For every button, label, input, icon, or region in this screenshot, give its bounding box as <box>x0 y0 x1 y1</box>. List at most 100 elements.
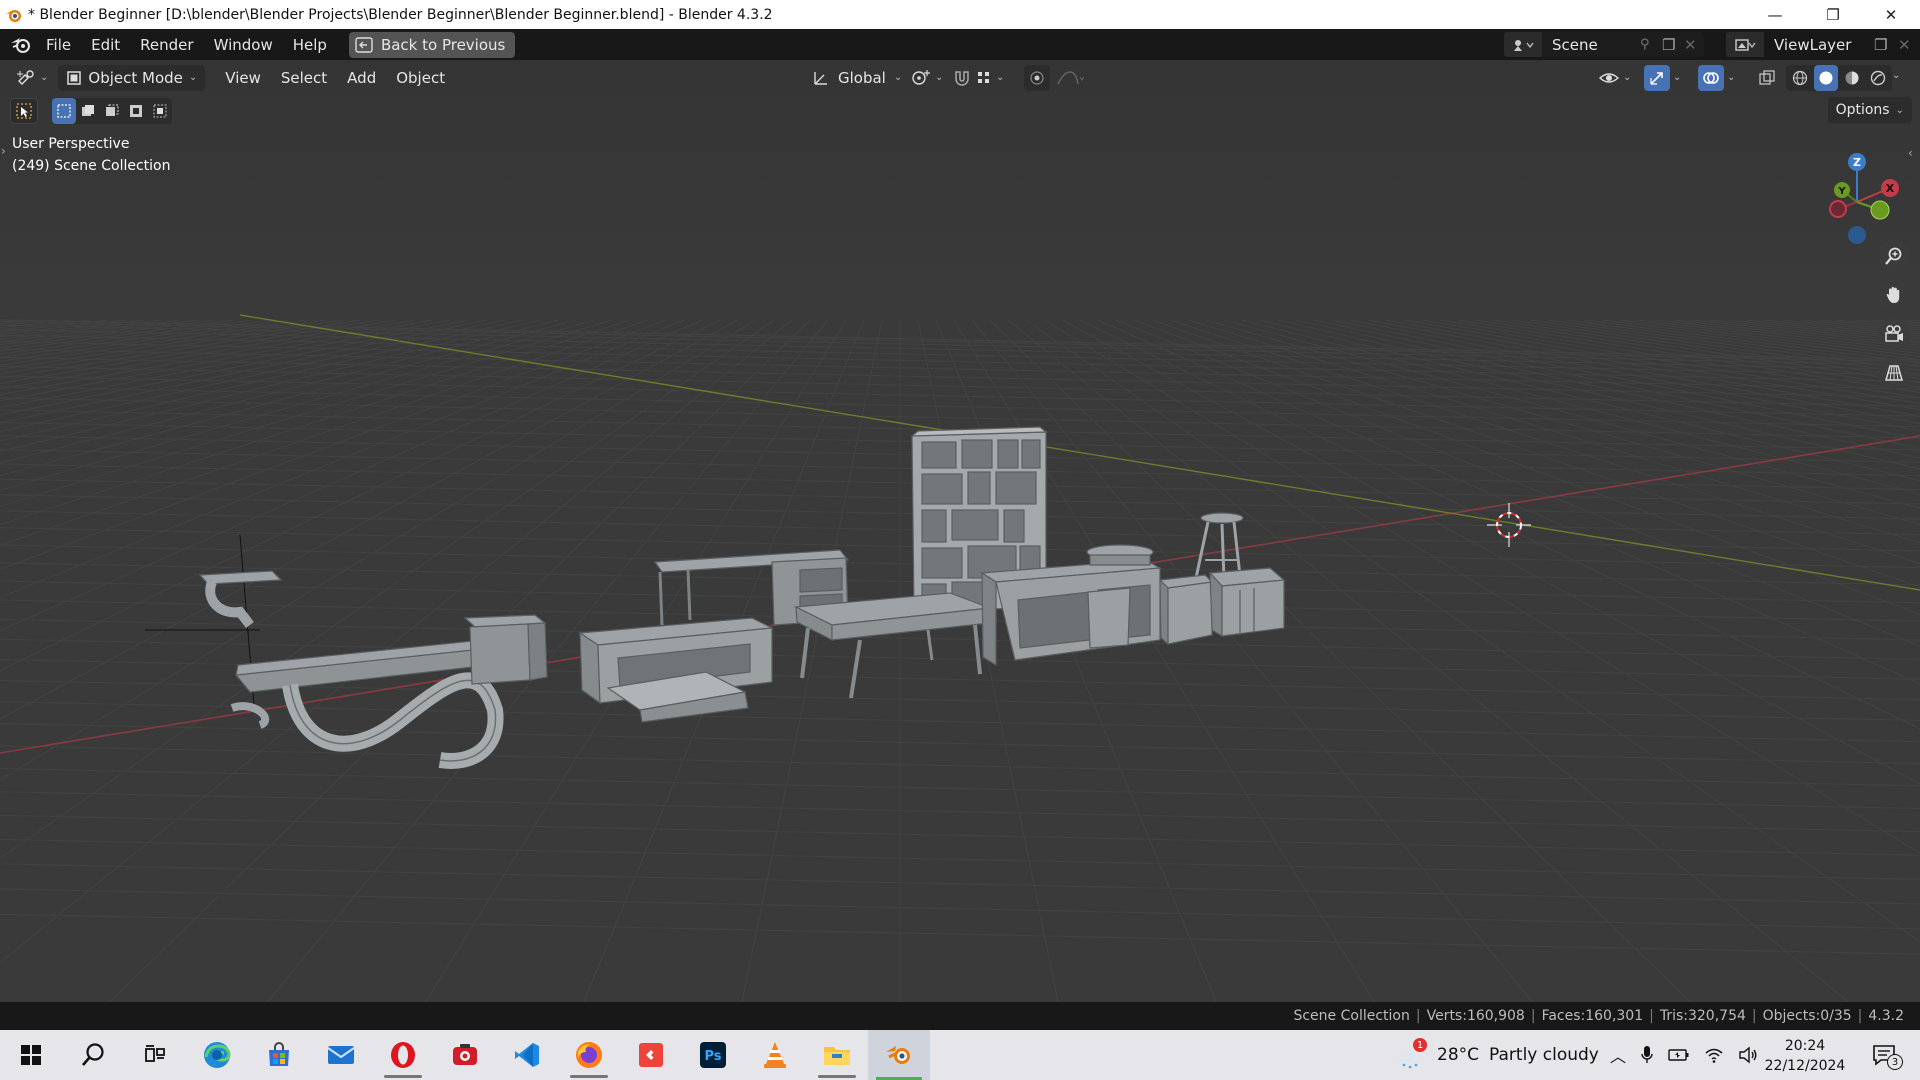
falloff-curve-icon[interactable] <box>1056 70 1084 86</box>
pin-icon[interactable]: ⚲ <box>1640 37 1662 52</box>
scene-name[interactable]: Scene <box>1542 36 1640 54</box>
xray-toggle[interactable] <box>1754 65 1780 91</box>
toolbar-toggle-icon[interactable]: › <box>1 144 6 158</box>
gizmo-z-label: Z <box>1853 156 1861 169</box>
pivot-icon <box>912 69 930 85</box>
scene-icon[interactable] <box>1504 32 1542 57</box>
blender-taskbar-icon[interactable] <box>868 1030 930 1080</box>
back-arrow-icon <box>355 36 373 53</box>
select-extend-icon[interactable] <box>76 98 100 124</box>
status-collection: Scene Collection <box>1293 1008 1410 1024</box>
select-subtract-icon[interactable] <box>100 98 124 124</box>
sidebar-toggle-icon[interactable]: ‹ <box>1908 146 1913 160</box>
visibility-selector[interactable]: ⌄ <box>1598 65 1631 91</box>
file-explorer-icon[interactable] <box>806 1030 868 1080</box>
delete-scene-icon[interactable]: ✕ <box>1684 36 1704 54</box>
blender-app-icon <box>4 5 24 25</box>
back-to-previous-label: Back to Previous <box>380 35 506 54</box>
delete-view-layer-icon[interactable]: ✕ <box>1898 36 1920 54</box>
system-clock[interactable]: 20:24 22/12/2024 <box>1760 1036 1850 1076</box>
select-new-icon[interactable] <box>52 98 76 124</box>
menu-file[interactable]: File <box>36 33 81 57</box>
mail-icon[interactable] <box>310 1030 372 1080</box>
scene-selector[interactable]: Scene ⚲ ❐ ✕ <box>1504 32 1704 57</box>
weather-widget[interactable]: 1 28°C Partly cloudy <box>1395 1030 1599 1080</box>
select-invert-icon[interactable] <box>124 98 148 124</box>
close-button[interactable]: ✕ <box>1862 0 1920 29</box>
solid-shading-icon[interactable] <box>1814 64 1838 91</box>
snap-toggle[interactable]: ⌄ <box>952 65 1004 91</box>
select-tool-icon[interactable] <box>10 98 38 124</box>
vp-menu-object[interactable]: Object <box>386 66 455 90</box>
3d-viewport[interactable]: User Perspective (249) Scene Collection … <box>0 60 1920 1002</box>
chevron-down-icon: ⌄ <box>1623 72 1632 83</box>
photoshop-icon[interactable]: Ps <box>682 1030 744 1080</box>
search-icon[interactable] <box>62 1030 124 1080</box>
weather-alert-badge: 1 <box>1413 1038 1427 1052</box>
windows-taskbar: Ps 1 28°C Partly cloudy ︿ 20:24 22/12/20… <box>0 1030 1920 1080</box>
view-layer-icon[interactable] <box>1726 32 1764 57</box>
microphone-icon[interactable] <box>1640 1045 1654 1065</box>
wifi-icon[interactable] <box>1704 1047 1724 1063</box>
weather-temperature: 28°C <box>1437 1045 1480 1065</box>
clock-time: 20:24 <box>1784 1038 1826 1054</box>
chevron-down-icon: ⌄ <box>188 72 198 83</box>
vp-menu-select[interactable]: Select <box>271 66 337 90</box>
orientation-label: Global <box>838 68 886 87</box>
options-dropdown[interactable]: Options ⌄ <box>1827 97 1912 123</box>
chevron-up-icon[interactable]: ︿ <box>1610 1043 1626 1067</box>
firefox-icon[interactable] <box>558 1030 620 1080</box>
microsoft-store-icon[interactable] <box>248 1030 310 1080</box>
volume-icon[interactable] <box>1738 1046 1758 1064</box>
anydesk-icon[interactable] <box>620 1030 682 1080</box>
perspective-toggle-icon[interactable] <box>1878 357 1910 389</box>
menu-render[interactable]: Render <box>130 33 203 57</box>
gizmo-icon[interactable] <box>1644 64 1670 91</box>
vlc-icon[interactable] <box>744 1030 806 1080</box>
notification-center-icon[interactable]: 3 <box>1868 1040 1903 1070</box>
menu-edit[interactable]: Edit <box>81 33 130 57</box>
start-button[interactable] <box>0 1030 62 1080</box>
orientation-axes-icon <box>814 71 827 85</box>
minimize-button[interactable]: — <box>1746 0 1804 29</box>
rendered-shading-icon[interactable] <box>1866 65 1890 91</box>
select-intersect-icon[interactable] <box>148 98 172 124</box>
selection-mode-group <box>52 98 172 124</box>
maximize-button[interactable]: ❐ <box>1804 0 1862 29</box>
wireframe-shading-icon[interactable] <box>1788 65 1812 91</box>
new-view-layer-icon[interactable]: ❐ <box>1874 36 1898 54</box>
proportional-edit-icon[interactable] <box>1024 64 1050 91</box>
screen-recorder-icon[interactable] <box>434 1030 496 1080</box>
overlays-icon[interactable] <box>1698 64 1724 91</box>
task-view-icon[interactable] <box>124 1030 186 1080</box>
vp-menu-add[interactable]: Add <box>337 66 386 90</box>
camera-view-icon[interactable] <box>1878 318 1910 350</box>
edge-browser-icon[interactable] <box>186 1030 248 1080</box>
shading-options-chevron-icon[interactable]: ⌄ <box>1892 70 1900 81</box>
editor-type-selector[interactable]: ⌄ <box>12 65 52 91</box>
transform-orientation-selector[interactable]: Global ⌄ <box>806 65 908 91</box>
zoom-icon[interactable] <box>1878 240 1910 272</box>
view-layer-selector[interactable]: ViewLayer ❐ ✕ <box>1726 32 1920 57</box>
battery-icon[interactable] <box>1668 1048 1690 1062</box>
back-to-previous-button[interactable]: Back to Previous <box>348 31 516 58</box>
opera-browser-icon[interactable] <box>372 1030 434 1080</box>
snap-increment-icon <box>978 71 989 83</box>
vp-menu-view[interactable]: View <box>215 66 271 90</box>
pan-hand-icon[interactable] <box>1878 279 1910 311</box>
chevron-down-icon: ⌄ <box>1727 72 1736 83</box>
gizmo-toggle[interactable]: ⌄ <box>1644 64 1681 91</box>
view-layer-name[interactable]: ViewLayer <box>1764 36 1874 54</box>
xray-icon[interactable] <box>1754 65 1780 91</box>
material-preview-icon[interactable] <box>1840 65 1864 91</box>
proportional-editing-toggle[interactable] <box>1024 64 1084 91</box>
blender-logo-icon[interactable] <box>6 29 36 60</box>
mode-selector[interactable]: Object Mode ⌄ <box>58 64 206 91</box>
vscode-icon[interactable] <box>496 1030 558 1080</box>
overlays-toggle[interactable]: ⌄ <box>1698 64 1736 91</box>
menu-help[interactable]: Help <box>283 33 337 57</box>
pivot-point-selector[interactable]: ⌄ <box>910 65 943 91</box>
navigation-gizmo[interactable]: Z Y X <box>1810 138 1920 248</box>
new-scene-icon[interactable]: ❐ <box>1662 36 1684 54</box>
menu-window[interactable]: Window <box>204 33 283 57</box>
